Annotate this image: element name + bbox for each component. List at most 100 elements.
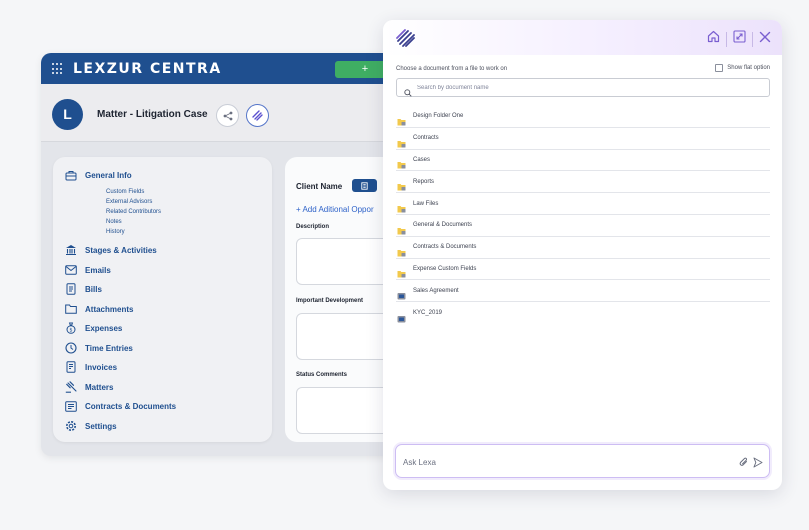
list-item[interactable]: Contracts bbox=[396, 128, 770, 150]
document-search bbox=[396, 78, 770, 97]
apps-grid-icon[interactable] bbox=[52, 63, 64, 75]
clock-icon bbox=[65, 342, 77, 354]
header-divider bbox=[752, 31, 753, 47]
home-icon[interactable] bbox=[707, 30, 720, 48]
invoice-icon bbox=[65, 361, 77, 373]
money-bag-icon: $ bbox=[65, 322, 77, 334]
nav-matters[interactable]: Matters bbox=[65, 381, 113, 393]
folder-icon bbox=[397, 222, 406, 235]
panel-header bbox=[383, 20, 782, 55]
document-list: Design Folder One Contracts Cases Report… bbox=[396, 106, 770, 324]
list-item[interactable]: Contracts & Documents bbox=[396, 237, 770, 259]
nav-stages-activities[interactable]: Stages & Activities bbox=[65, 244, 157, 256]
document-name: Cases bbox=[413, 156, 431, 163]
mail-icon bbox=[65, 264, 77, 276]
show-flat-option[interactable]: Show flat option bbox=[715, 64, 770, 72]
nav-settings[interactable]: Settings bbox=[65, 420, 117, 432]
ask-lexa-box bbox=[395, 444, 770, 478]
share-button[interactable] bbox=[216, 104, 239, 127]
sub-item-history[interactable]: History bbox=[106, 227, 161, 237]
ask-lexa-input[interactable] bbox=[403, 455, 723, 469]
search-input[interactable] bbox=[417, 82, 757, 94]
folder-icon bbox=[397, 135, 406, 148]
client-name-label: Client Name bbox=[296, 182, 343, 191]
nav-expenses[interactable]: $ Expenses bbox=[65, 322, 122, 334]
document-name: Contracts & Documents bbox=[413, 244, 477, 251]
list-item[interactable]: Reports bbox=[396, 171, 770, 194]
nav-general-info[interactable]: General Info bbox=[65, 169, 132, 181]
document-name: Contracts bbox=[413, 135, 439, 142]
folder-icon bbox=[397, 178, 406, 191]
nav-invoices[interactable]: Invoices bbox=[65, 361, 117, 373]
nav-time-entries[interactable]: Time Entries bbox=[65, 342, 133, 354]
nav-contracts-documents[interactable]: Contracts & Documents bbox=[65, 400, 176, 412]
nav-label: Emails bbox=[85, 265, 111, 275]
general-info-sublist: Custom Fields External Advisors Related … bbox=[106, 187, 161, 237]
client-chip[interactable] bbox=[352, 179, 377, 192]
gavel-icon bbox=[65, 381, 77, 393]
folder-icon bbox=[397, 200, 406, 213]
sub-item-external-advisors[interactable]: External Advisors bbox=[106, 197, 161, 207]
brand-logo: LEXZUR CENTRA bbox=[73, 61, 222, 77]
document-name: Expense Custom Fields bbox=[413, 265, 477, 272]
document-name: KYC_2019 bbox=[413, 310, 443, 317]
nav-bills[interactable]: Bills bbox=[65, 283, 102, 295]
send-icon[interactable] bbox=[753, 455, 763, 473]
briefcase-icon bbox=[65, 169, 77, 181]
building-icon bbox=[361, 181, 368, 190]
nav-label: Bills bbox=[85, 284, 102, 294]
contract-icon bbox=[65, 400, 77, 412]
list-item[interactable]: General & Documents bbox=[396, 215, 770, 237]
expand-icon[interactable] bbox=[733, 30, 746, 48]
word-document-icon bbox=[397, 287, 406, 300]
svg-text:$: $ bbox=[69, 327, 72, 333]
lexzur-app-window: LEXZUR CENTRA + L Matter - Litigation Ca… bbox=[41, 53, 441, 456]
list-item[interactable]: Law Files bbox=[396, 193, 770, 215]
word-document-icon bbox=[397, 310, 406, 323]
sub-item-related-contributors[interactable]: Related Contributors bbox=[106, 207, 161, 217]
list-item[interactable]: Sales Agreement bbox=[396, 280, 770, 303]
nav-label: Attachments bbox=[85, 304, 134, 314]
list-item[interactable]: Design Folder One bbox=[396, 106, 770, 128]
paperclip-icon[interactable] bbox=[739, 455, 749, 473]
flat-option-label: Show flat option bbox=[727, 65, 770, 71]
nav-label: General Info bbox=[85, 170, 132, 180]
lexa-panel: Choose a document from a file to work on… bbox=[383, 20, 782, 490]
nav-label: Invoices bbox=[85, 362, 118, 372]
close-icon[interactable] bbox=[759, 30, 771, 48]
document-name: Reports bbox=[413, 178, 435, 185]
status-comments-label: Status Comments bbox=[296, 372, 348, 378]
header-divider bbox=[726, 31, 727, 47]
search-icon bbox=[404, 84, 412, 102]
folder-icon bbox=[397, 156, 406, 169]
gear-icon bbox=[65, 420, 77, 432]
folder-icon bbox=[397, 113, 406, 126]
folder-icon bbox=[397, 265, 406, 278]
nav-label: Matters bbox=[85, 382, 114, 392]
matter-nav: General Info Custom Fields External Advi… bbox=[53, 157, 272, 442]
lexa-ai-button[interactable] bbox=[246, 104, 269, 127]
lexa-stripes-icon bbox=[252, 110, 263, 121]
list-item[interactable]: Expense Custom Fields bbox=[396, 259, 770, 281]
bill-icon bbox=[65, 283, 77, 295]
folder-icon bbox=[397, 244, 406, 257]
bank-icon bbox=[65, 244, 77, 256]
nav-label: Expenses bbox=[85, 323, 123, 333]
sub-item-custom-fields[interactable]: Custom Fields bbox=[106, 187, 161, 197]
nav-attachments[interactable]: Attachments bbox=[65, 303, 133, 315]
flat-option-checkbox[interactable] bbox=[715, 64, 724, 72]
sub-item-notes[interactable]: Notes bbox=[106, 217, 161, 227]
list-item[interactable]: Cases bbox=[396, 150, 770, 172]
nav-label: Settings bbox=[85, 421, 117, 431]
choose-document-label: Choose a document from a file to work on bbox=[396, 66, 508, 72]
list-item[interactable]: KYC_2019 bbox=[396, 302, 770, 324]
panel-header-actions bbox=[707, 30, 771, 48]
page-title: Matter - Litigation Case bbox=[97, 109, 208, 120]
avatar: L bbox=[52, 99, 83, 130]
share-nodes-icon bbox=[223, 111, 232, 120]
add-opportunity-link[interactable]: + Add Aditional Oppor bbox=[296, 205, 374, 214]
top-bar: LEXZUR CENTRA + bbox=[41, 53, 441, 84]
description-label: Description bbox=[296, 224, 330, 230]
nav-emails[interactable]: Emails bbox=[65, 264, 111, 276]
matter-header: L Matter - Litigation Case bbox=[41, 84, 441, 142]
